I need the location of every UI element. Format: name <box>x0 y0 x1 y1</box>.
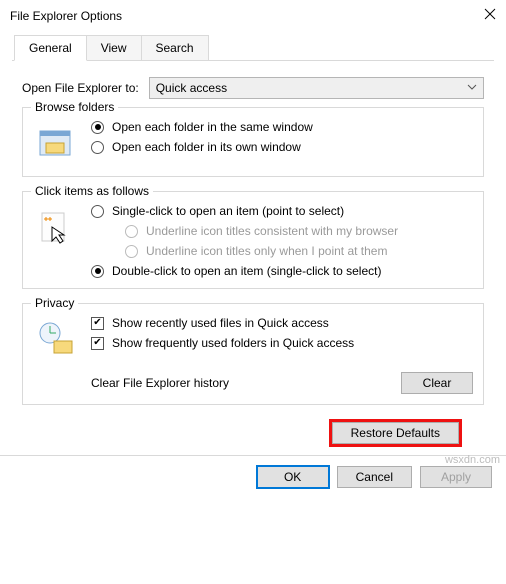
clear-button[interactable]: Clear <box>401 372 473 394</box>
privacy-legend: Privacy <box>31 296 78 310</box>
open-to-label: Open File Explorer to: <box>22 81 139 95</box>
highlight-restore: Restore Defaults <box>329 419 462 447</box>
browse-legend: Browse folders <box>31 100 118 114</box>
radio-underline-point: Underline icon titles only when I point … <box>125 244 398 258</box>
check-frequent-folders[interactable]: Show frequently used folders in Quick ac… <box>91 336 354 350</box>
tab-search[interactable]: Search <box>141 35 209 61</box>
radio-double-click[interactable]: Double-click to open an item (single-cli… <box>91 264 398 278</box>
ok-button[interactable]: OK <box>257 466 329 488</box>
open-to-value: Quick access <box>156 81 227 95</box>
watermark-text: wsxdn.com <box>445 454 500 466</box>
radio-same-window[interactable]: Open each folder in the same window <box>91 120 313 134</box>
chevron-down-icon <box>467 81 477 95</box>
browse-folders-group: Browse folders Open each folder in the s… <box>22 107 484 177</box>
open-to-dropdown[interactable]: Quick access <box>149 77 484 99</box>
radio-underline-browser: Underline icon titles consistent with my… <box>125 224 398 238</box>
privacy-group: Privacy Show recently used files in Quic… <box>22 303 484 405</box>
clear-history-label: Clear File Explorer history <box>91 376 385 390</box>
clock-folder-icon <box>33 316 79 362</box>
tab-view[interactable]: View <box>86 35 142 61</box>
window-title: File Explorer Options <box>10 9 122 23</box>
close-icon[interactable] <box>484 8 496 23</box>
cursor-icon <box>33 204 79 250</box>
radio-single-click[interactable]: Single-click to open an item (point to s… <box>91 204 398 218</box>
folder-window-icon <box>33 120 79 166</box>
click-legend: Click items as follows <box>31 184 153 198</box>
radio-own-window[interactable]: Open each folder in its own window <box>91 140 313 154</box>
click-items-group: Click items as follows Single-click to o… <box>22 191 484 289</box>
apply-button: Apply <box>420 466 492 488</box>
cancel-button[interactable]: Cancel <box>337 466 412 488</box>
restore-defaults-button[interactable]: Restore Defaults <box>332 422 459 444</box>
tab-general[interactable]: General <box>14 35 87 61</box>
check-recent-files[interactable]: Show recently used files in Quick access <box>91 316 354 330</box>
